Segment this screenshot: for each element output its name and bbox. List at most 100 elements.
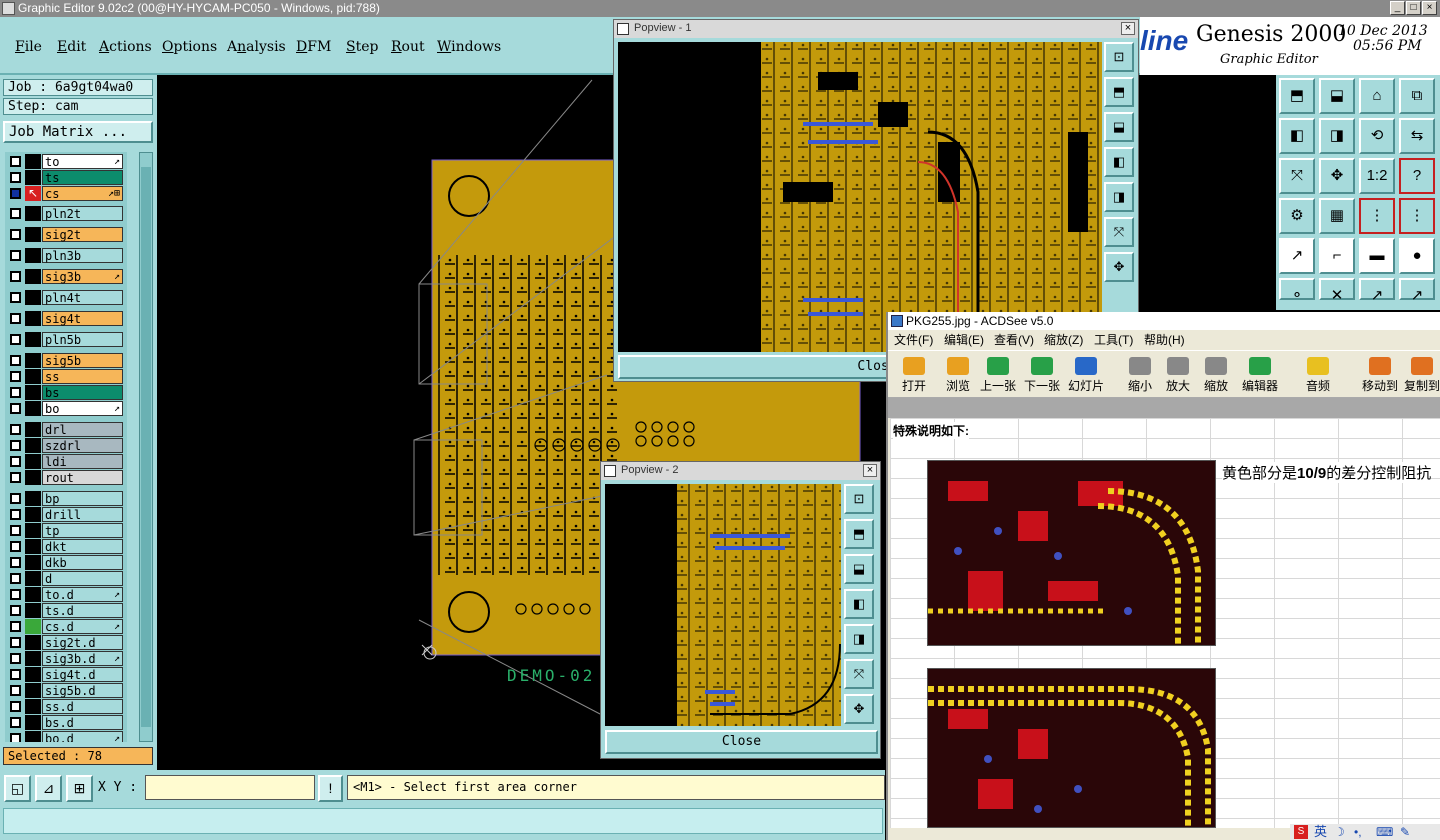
ratio-icon[interactable]: 1:2 (1359, 158, 1395, 194)
layer-marker[interactable] (25, 332, 41, 347)
layer-marker[interactable] (25, 369, 41, 384)
layer-marker[interactable] (25, 651, 41, 666)
layer-name[interactable]: bo ↗ (42, 401, 123, 416)
app-icon[interactable] (2, 2, 15, 15)
layer-name[interactable]: to.d ↗ (42, 587, 123, 602)
layer-row-ss[interactable]: ss (5, 369, 127, 384)
pv-pan-up-icon[interactable]: ⬒ (844, 519, 874, 549)
pv-center-icon[interactable]: ✥ (844, 694, 874, 724)
acd-prev-button[interactable]: 上一张 (976, 355, 1020, 395)
moon-icon[interactable]: ☽ (1334, 824, 1345, 840)
layer-marker[interactable] (25, 539, 41, 554)
ime-lang[interactable]: 英 (1314, 824, 1327, 840)
popview-2-close-icon[interactable]: × (863, 464, 877, 477)
minimize-button[interactable]: _ (1390, 1, 1405, 15)
layer-row-ldi[interactable]: ldi (5, 454, 127, 469)
layer-name[interactable]: szdrl (42, 438, 123, 453)
layer-name[interactable]: sig2t (42, 227, 123, 242)
layer-name[interactable]: ss (42, 369, 123, 384)
layer-checkbox[interactable] (10, 733, 21, 742)
pv-pan-down-icon[interactable]: ⬓ (1104, 112, 1134, 142)
layer-row-bo[interactable]: bo ↗ (5, 401, 127, 416)
layer-checkbox[interactable] (10, 403, 21, 414)
acd-menu-item[interactable]: 工具(T) (1094, 330, 1133, 350)
layer-checkbox[interactable] (10, 188, 21, 199)
layer-marker[interactable]: ↖ (25, 186, 41, 201)
keyboard-icon[interactable]: ⌨ (1376, 824, 1393, 840)
layer-row-sig5b-d[interactable]: sig5b.d (5, 683, 127, 698)
layer-checkbox[interactable] (10, 424, 21, 435)
layer-name[interactable]: pln3b (42, 248, 123, 263)
layer-checkbox[interactable] (10, 509, 21, 520)
menu-dfm[interactable]: DFM (296, 39, 331, 55)
cross-icon[interactable]: ✕ (1319, 278, 1355, 304)
layer-name[interactable]: dkb (42, 555, 123, 570)
arrow-right-icon[interactable]: ◨ (1319, 118, 1355, 154)
layer-name[interactable]: drill (42, 507, 123, 522)
layer-name[interactable]: bp (42, 491, 123, 506)
loop-icon[interactable]: ⟲ (1359, 118, 1395, 154)
acd-next-button[interactable]: 下一张 (1020, 355, 1064, 395)
layer-row-rout[interactable]: rout (5, 470, 127, 485)
layer-name[interactable]: bs (42, 385, 123, 400)
popview-2-view[interactable] (605, 484, 841, 726)
layer-row-sig2t[interactable]: sig2t (5, 227, 127, 242)
layer-name[interactable]: ts (42, 170, 123, 185)
layer-row-pln2t[interactable]: pln2t (5, 206, 127, 221)
arrow-left-icon[interactable]: ◧ (1279, 118, 1315, 154)
layer-marker[interactable] (25, 385, 41, 400)
layer-name[interactable]: sig3b.d ↗ (42, 651, 123, 666)
layer-marker[interactable] (25, 227, 41, 242)
window-icon[interactable]: ⧉ (1399, 78, 1435, 114)
menu-actions[interactable]: Actions (99, 39, 152, 55)
layer-row-tp[interactable]: tp (5, 523, 127, 538)
layer-marker[interactable] (25, 438, 41, 453)
layer-row-ts[interactable]: ts (5, 170, 127, 185)
tools-icon[interactable]: ✎ (1400, 824, 1410, 840)
layer-scrollbar[interactable] (139, 152, 153, 742)
layer-name[interactable]: sig5b (42, 353, 123, 368)
layer-name[interactable]: cs.d ↗ (42, 619, 123, 634)
layer-checkbox[interactable] (10, 669, 21, 680)
layer-row-d[interactable]: d (5, 571, 127, 586)
layer-name[interactable]: d (42, 571, 123, 586)
acd-editor-button[interactable]: 编辑器 (1238, 355, 1282, 395)
acd-audio-button[interactable]: 音频 (1296, 355, 1340, 395)
menu-rout[interactable]: Rout (391, 39, 425, 55)
house-icon[interactable]: ⌂ (1359, 78, 1395, 114)
layer-checkbox[interactable] (10, 589, 21, 600)
layer-row-drl[interactable]: drl (5, 422, 127, 437)
layer-checkbox[interactable] (10, 637, 21, 648)
layer-row-szdrl[interactable]: szdrl (5, 438, 127, 453)
layer-checkbox[interactable] (10, 685, 21, 696)
pv-pan-up-icon[interactable]: ⬒ (1104, 77, 1134, 107)
pv-fit-icon[interactable]: ⤧ (1104, 217, 1134, 247)
link-icon[interactable]: ↗ (1359, 278, 1395, 304)
layer-marker[interactable] (25, 154, 41, 169)
layer-name[interactable]: cs ↗⊞ (42, 186, 123, 201)
layer-checkbox[interactable] (10, 557, 21, 568)
layer-checkbox[interactable] (10, 355, 21, 366)
measure-button[interactable]: ⊿ (35, 775, 62, 802)
layer-name[interactable]: pln2t (42, 206, 123, 221)
home-top-icon[interactable]: ⬒ (1279, 78, 1315, 114)
link2-icon[interactable]: ↗ (1399, 278, 1435, 304)
pv-pan-down-icon[interactable]: ⬓ (844, 554, 874, 584)
acd-menu-item[interactable]: 帮助(H) (1144, 330, 1185, 350)
scroll-thumb[interactable] (141, 167, 151, 727)
layer-name[interactable]: ldi (42, 454, 123, 469)
layer-row-pln3b[interactable]: pln3b (5, 248, 127, 263)
layer-name[interactable]: drl (42, 422, 123, 437)
pv-fit-icon[interactable]: ⤧ (844, 659, 874, 689)
snap-icon[interactable]: ⋮ (1359, 198, 1395, 234)
layer-checkbox[interactable] (10, 701, 21, 712)
settings-icon[interactable]: ⚙ (1279, 198, 1315, 234)
home-bottom-icon[interactable]: ⬓ (1319, 78, 1355, 114)
alert-button[interactable]: ! (318, 775, 343, 802)
layer-name[interactable]: bs.d (42, 715, 123, 730)
layer-row-sig2t-d[interactable]: sig2t.d (5, 635, 127, 650)
layer-row-drill[interactable]: drill (5, 507, 127, 522)
layer-row-dkt[interactable]: dkt (5, 539, 127, 554)
layer-row-bs-d[interactable]: bs.d (5, 715, 127, 730)
acd-move-to-button[interactable]: 移动到 (1358, 355, 1402, 395)
